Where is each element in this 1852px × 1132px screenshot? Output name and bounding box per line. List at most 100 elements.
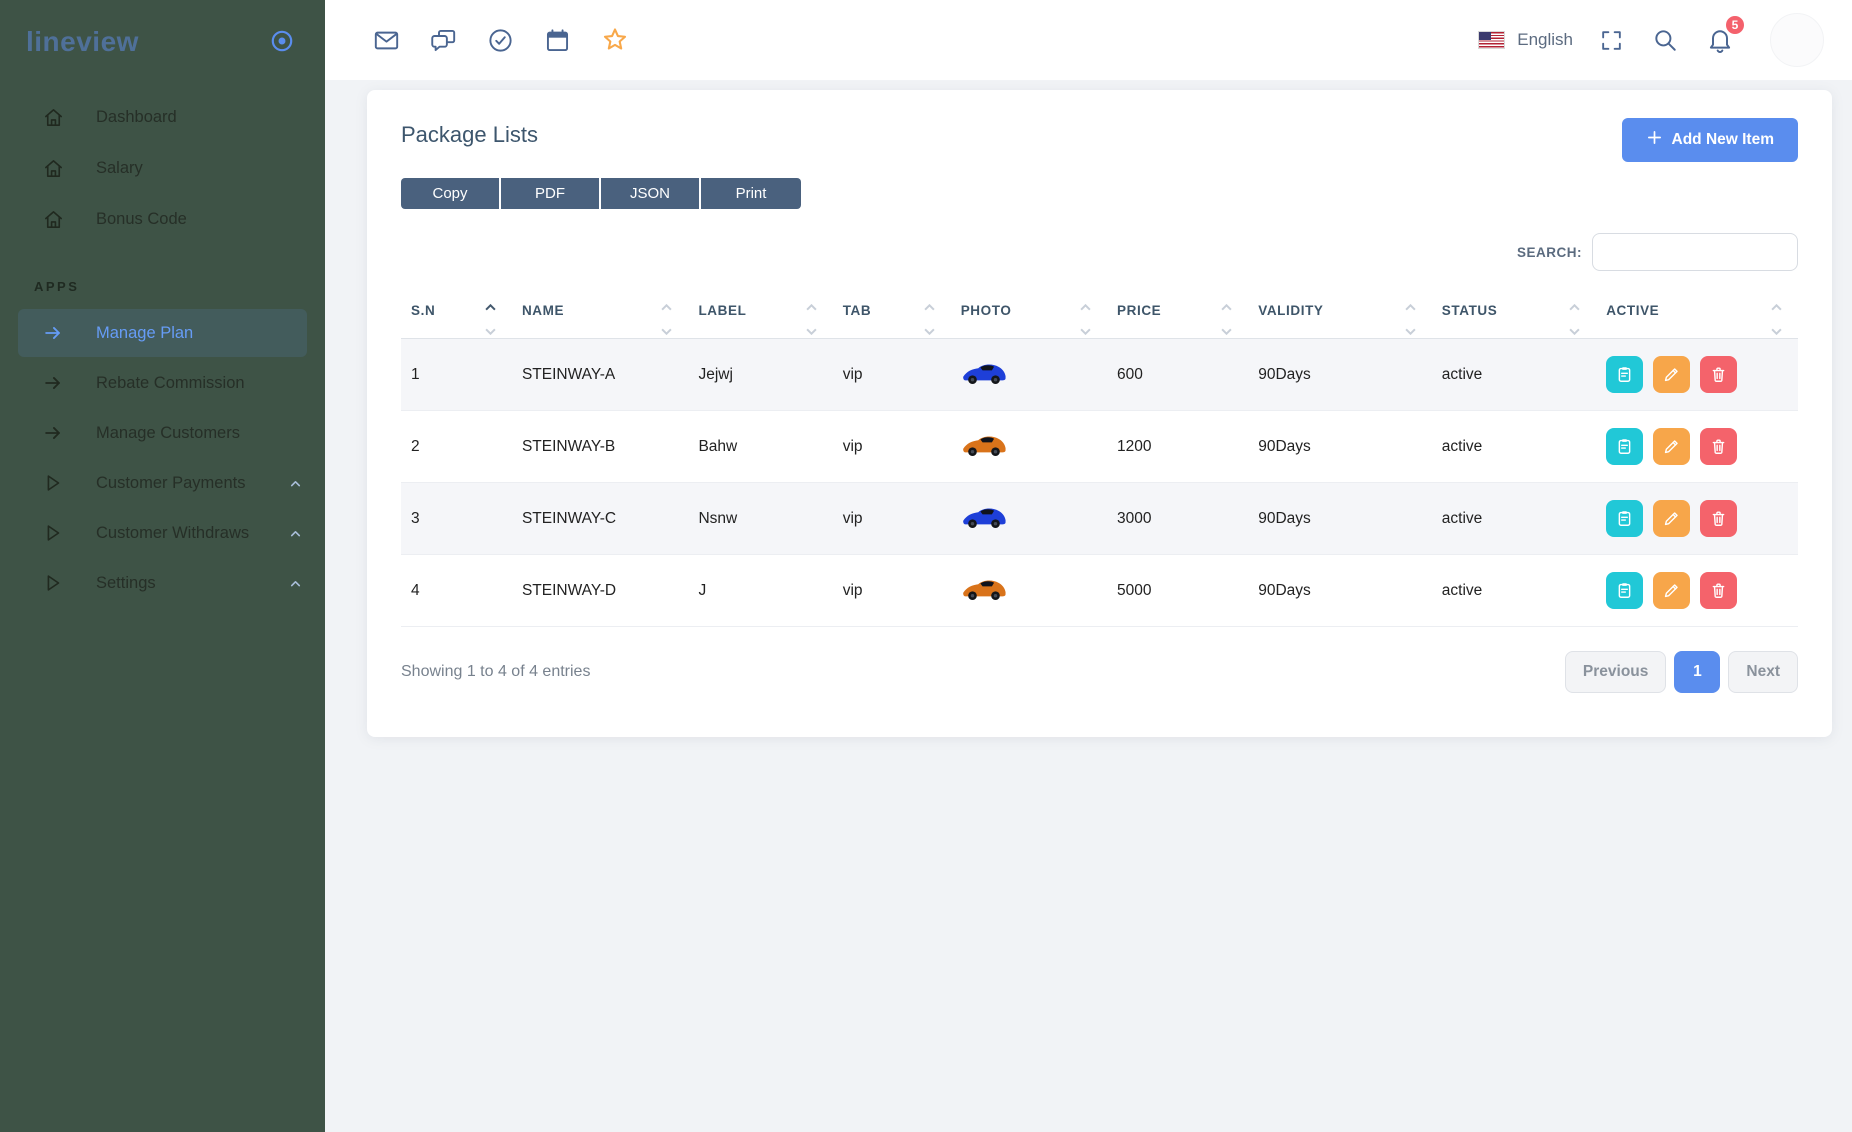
sidebar-item-salary[interactable]: Salary [0,144,325,193]
sort-desc-icon [485,328,496,335]
table-row: 2 STEINWAY-B Bahw vip 1200 90Days active [401,411,1798,483]
col-header-name[interactable]: NAME [512,287,689,339]
next-page-button[interactable]: Next [1728,651,1798,693]
col-header-photo[interactable]: PHOTO [951,287,1107,339]
calendar-icon[interactable] [542,25,573,56]
edit-button[interactable] [1653,572,1690,609]
sidebar-item-dashboard[interactable]: Dashboard [0,93,325,142]
copy-button[interactable]: Copy [401,178,501,209]
delete-button[interactable] [1700,500,1737,537]
cell-photo [951,411,1107,483]
sidebar-item-label: Manage Plan [96,324,193,343]
delete-button[interactable] [1700,428,1737,465]
cell-validity: 90Days [1248,339,1432,411]
notification-badge: 5 [1724,14,1746,36]
cell-actions [1596,483,1798,555]
delete-button[interactable] [1700,356,1737,393]
plus-icon [1646,129,1663,151]
sidebar-item-label: Salary [96,159,143,178]
col-header-validity[interactable]: VALIDITY [1248,287,1432,339]
edit-button[interactable] [1653,500,1690,537]
print-button[interactable]: Print [701,178,801,209]
table-header-row: S.N NAME LABEL TAB PHOTO PRICE VALIDITY … [401,287,1798,339]
cell-photo [951,339,1107,411]
avatar[interactable] [1770,13,1824,67]
cell-label: Nsnw [688,483,832,555]
sort-asc-icon [1405,304,1416,311]
home-icon [42,157,66,180]
sort-desc-icon [1405,328,1416,335]
chevron-up-icon [288,476,303,491]
col-header-label[interactable]: LABEL [688,287,832,339]
table-search-input[interactable] [1592,233,1798,271]
sort-desc-icon [1771,328,1782,335]
triangle-right-icon [42,572,66,594]
sidebar-item-settings[interactable]: Settings [0,559,325,607]
sort-asc-icon [1771,304,1782,311]
col-header-status[interactable]: STATUS [1432,287,1596,339]
sort-asc-icon [806,304,817,311]
navbar-right-group: English 5 [1478,13,1824,67]
cell-name: STEINWAY-D [512,555,689,627]
page-number-button[interactable]: 1 [1674,651,1720,693]
cell-tab: vip [833,483,951,555]
sidebar-item-manage-customers[interactable]: Manage Customers [0,409,325,457]
star-icon[interactable] [599,24,631,56]
view-button[interactable] [1606,500,1643,537]
check-circle-icon[interactable] [485,25,516,56]
language-selector[interactable]: English [1478,30,1573,50]
delete-button[interactable] [1700,572,1737,609]
cell-sn: 2 [401,411,512,483]
page-content: Package Lists Add New Item Copy PDF JSON… [325,80,1852,737]
car-photo [961,576,1007,601]
view-button[interactable] [1606,356,1643,393]
sidebar-toggle-button[interactable] [269,28,295,57]
cell-actions [1596,411,1798,483]
sidebar-item-customer-payments[interactable]: Customer Payments [0,459,325,507]
sort-desc-icon [924,328,935,335]
col-header-active[interactable]: ACTIVE [1596,287,1798,339]
cell-status: active [1432,555,1596,627]
cell-photo [951,555,1107,627]
add-new-item-button[interactable]: Add New Item [1622,118,1798,162]
view-button[interactable] [1606,572,1643,609]
top-navbar: English 5 [325,0,1852,80]
cell-validity: 90Days [1248,483,1432,555]
sort-asc-icon [1080,304,1091,311]
cell-price: 1200 [1107,411,1248,483]
cell-name: STEINWAY-A [512,339,689,411]
sort-asc-icon [1221,304,1232,311]
arrow-right-icon [42,372,66,394]
package-lists-card: Package Lists Add New Item Copy PDF JSON… [367,90,1832,737]
sort-desc-icon [661,328,672,335]
pdf-button[interactable]: PDF [501,178,601,209]
sidebar-item-customer-withdraws[interactable]: Customer Withdraws [0,509,325,557]
cell-price: 5000 [1107,555,1248,627]
edit-button[interactable] [1653,428,1690,465]
view-button[interactable] [1606,428,1643,465]
circle-dot-icon [269,28,295,57]
cell-name: STEINWAY-C [512,483,689,555]
sidebar-item-label: Customer Withdraws [96,524,249,543]
mail-icon[interactable] [371,25,402,56]
fullscreen-icon[interactable] [1597,26,1626,55]
sidebar-item-rebate-commission[interactable]: Rebate Commission [0,359,325,407]
col-header-sn[interactable]: S.N [401,287,512,339]
search-icon[interactable] [1650,25,1680,55]
previous-page-button[interactable]: Previous [1565,651,1666,693]
home-icon [42,208,66,231]
sidebar-item-label: Manage Customers [96,424,240,443]
json-button[interactable]: JSON [601,178,701,209]
col-header-tab[interactable]: TAB [833,287,951,339]
cell-label: Jejwj [688,339,832,411]
chat-icon[interactable] [428,25,459,56]
edit-button[interactable] [1653,356,1690,393]
sort-desc-icon [1221,328,1232,335]
sort-desc-icon [1080,328,1091,335]
col-header-price[interactable]: PRICE [1107,287,1248,339]
cell-label: J [688,555,832,627]
sidebar-item-bonus-code[interactable]: Bonus Code [0,195,325,244]
sidebar-item-label: Settings [96,574,156,593]
sidebar-item-manage-plan[interactable]: Manage Plan [18,309,307,357]
cell-name: STEINWAY-B [512,411,689,483]
